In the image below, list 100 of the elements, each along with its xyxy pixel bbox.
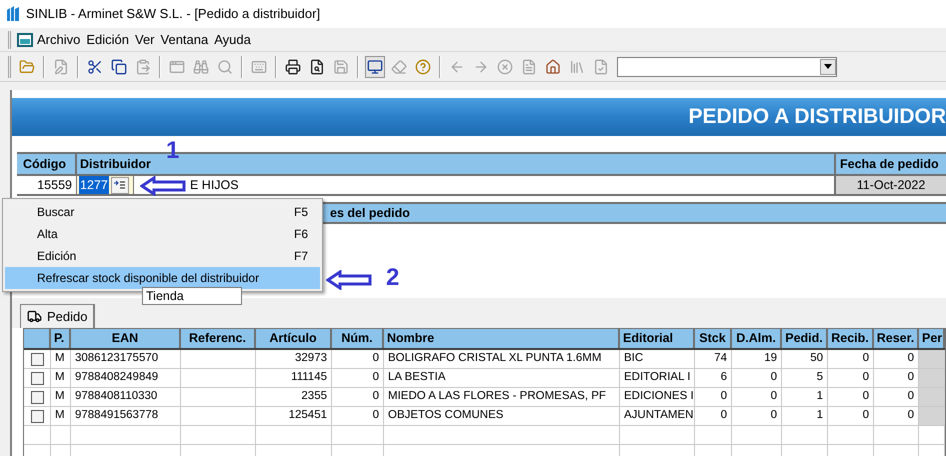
dropdown-caret-icon (824, 64, 832, 69)
search-icon (217, 58, 233, 74)
table-cell-text: 0 (372, 408, 379, 424)
table-cell-text: 19 (764, 351, 777, 366)
table-cell-text: 0 (862, 389, 869, 404)
paste-icon (135, 58, 151, 74)
disabled-cell (919, 369, 945, 387)
annotation-number: 2 (386, 266, 400, 290)
lookup-button[interactable] (110, 176, 129, 194)
table-cell-text: OBJETOS COMUNES (388, 408, 504, 424)
monitor-button[interactable] (365, 56, 385, 78)
back-arrow-icon (449, 58, 465, 74)
table-cell-text: M (55, 351, 65, 366)
table-row[interactable]: M 9788408110330 2355 0 MIEDO A LAS FLORES - PROMESAS, PF EDICIONES I 0 0 1 0 0 (24, 388, 945, 407)
print-preview-icon (309, 58, 325, 74)
disabled-cell (919, 350, 945, 368)
books-icon (569, 58, 585, 74)
column-header: Fecha de pedido (839, 156, 940, 173)
tab[interactable]: Pedido (20, 304, 96, 328)
table-cell-text: 0 (372, 389, 379, 404)
table-cell-text: 125451 (288, 408, 327, 424)
table-cell-text: LA BESTIA (388, 370, 446, 386)
table-cell-text: BIC (624, 351, 644, 366)
table-cell-text: 0 (770, 370, 777, 386)
help-icon (415, 58, 431, 74)
table-cell-text: 0 (908, 408, 914, 424)
window-title: SINLIB - Arminet S&W S.L. - [Pedido a distribuidor] (26, 5, 320, 24)
cut-icon (87, 58, 103, 74)
table-cell-text: 6 (720, 370, 727, 386)
menu-item[interactable]: Archivo (35, 30, 82, 50)
list-arrow-icon (114, 180, 126, 190)
column-header: Referenc. (181, 329, 256, 348)
menu-item[interactable]: Ayuda (212, 30, 253, 50)
dropdown[interactable]: Tienda (142, 287, 242, 305)
forward-arrow-icon (473, 58, 489, 74)
column-header: Nombre (384, 329, 620, 348)
column-header: Núm. (332, 329, 384, 348)
document-edit-icon (53, 58, 69, 74)
table-cell-text: 0 (862, 351, 869, 366)
table-cell-text: 9788408110330 (75, 389, 158, 404)
table-cell-text: M (55, 370, 65, 386)
table-cell-text: 9788408249849 (75, 370, 158, 386)
column-header: Código (17, 154, 77, 174)
context-menu-item[interactable]: Refrescar stock disponible del distribuidor (5, 267, 320, 289)
table-cell-text: 2355 (301, 389, 327, 404)
document-icon (521, 58, 537, 74)
copy-icon (111, 58, 127, 74)
table-cell-text: 0 (908, 351, 914, 366)
table-cell-text: 9788491563778 (75, 408, 158, 424)
window-menu-icon[interactable] (17, 32, 33, 46)
table-cell-text: 0 (908, 389, 914, 404)
column-header: P. (51, 329, 71, 348)
window-icon (169, 58, 185, 74)
table-cell-text: 111145 (291, 370, 327, 386)
binoculars-icon (193, 58, 209, 74)
table-row[interactable]: M 3086123175570 32973 0 BOLIGRAFO CRISTAL XL PUNTA 1.6MM BIC 74 19 50 0 0 (24, 350, 945, 369)
table-cell-text: 1 (816, 389, 823, 404)
table-cell-text: MIEDO A LAS FLORES - PROMESAS, PF (388, 389, 606, 404)
column-header: EAN (71, 329, 181, 348)
checkbox[interactable] (30, 390, 44, 404)
table-row[interactable]: M 9788491563778 125451 0 OBJETOS COMUNES AJUNTAMEN 0 0 1 0 0 (24, 407, 945, 426)
context-menu-item[interactable]: Edición F7 (5, 245, 320, 267)
table-cell-text: 0 (372, 370, 379, 386)
checkbox[interactable] (30, 372, 44, 384)
checkbox[interactable] (30, 352, 44, 366)
menu-item[interactable]: Edición (84, 30, 131, 50)
menu-item[interactable]: Ventana (158, 30, 210, 50)
table-cell-text: BOLIGRAFO CRISTAL XL PUNTA 1.6MM (388, 351, 602, 366)
distributor-code-field[interactable]: 1277 (79, 176, 109, 194)
column-header: Artículo (256, 329, 332, 348)
combo-box[interactable] (617, 56, 837, 76)
table-cell-text: 0 (770, 389, 777, 404)
column-header: Recib. (828, 329, 874, 348)
table-cell-text: EDICIONES I (624, 389, 694, 404)
table-cell-text: 0 (862, 408, 869, 424)
table-cell-text: 50 (810, 351, 823, 366)
table-row[interactable]: M 9788408249849 111145 0 LA BESTIA EDITORIAL I 6 0 5 0 0 (24, 369, 945, 388)
column-header: Reser. (874, 329, 919, 348)
table-cell-text: 74 (714, 351, 727, 366)
printer-icon (285, 58, 301, 74)
column-header: Pedid. (782, 329, 828, 348)
disabled-cell (919, 407, 945, 425)
table-cell-text: EDITORIAL I (624, 370, 690, 386)
column-header: Stck (695, 329, 732, 348)
column-header: Per (919, 329, 945, 348)
disabled-cell (919, 388, 945, 406)
context-menu-item[interactable]: Buscar F5 (5, 201, 320, 223)
table-cell-text: AJUNTAMEN (624, 408, 694, 424)
context-menu-item[interactable]: Alta F6 (5, 223, 320, 245)
distributor-name: E HIJOS (190, 176, 239, 194)
table-cell-text: 0 (862, 370, 869, 386)
column-header: Editorial (620, 329, 695, 348)
table-cell-text: 0 (720, 408, 727, 424)
order-date-field: 11-Oct-2022 (836, 176, 946, 194)
column-header: D.Alm. (732, 329, 782, 348)
checkbox[interactable] (30, 410, 44, 422)
menu-item[interactable]: Ver (133, 30, 157, 50)
table-cell-text: 32973 (295, 351, 327, 366)
table-cell-text: M (55, 389, 65, 404)
annotation-arrow (140, 176, 186, 196)
